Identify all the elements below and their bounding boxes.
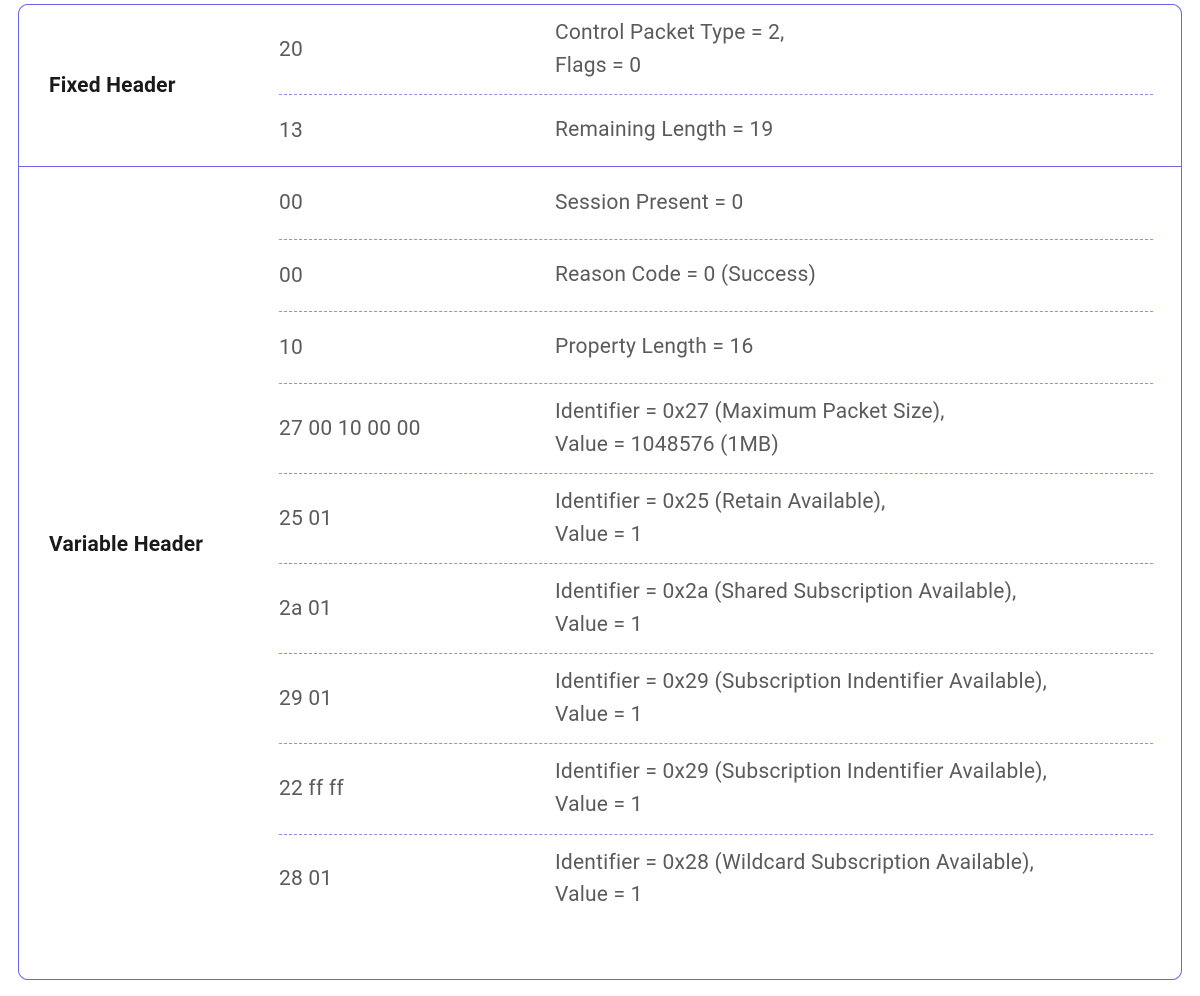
description: Identifier = 0x29 (Subscription Indentif… [555,756,1153,821]
hex-bytes: 2a 01 [279,597,555,621]
description: Reason Code = 0 (Success) [555,259,1153,292]
table-row: 2a 01 Identifier = 0x2a (Shared Subscrip… [279,563,1153,653]
section-fixed-header: Fixed Header 20 Control Packet Type = 2,… [19,5,1181,166]
description: Property Length = 16 [555,331,1153,364]
description: Remaining Length = 19 [555,114,1153,147]
description: Control Packet Type = 2,Flags = 0 [555,17,1153,82]
description: Identifier = 0x25 (Retain Available),Val… [555,486,1153,551]
description: Identifier = 0x28 (Wildcard Subscription… [555,847,1153,912]
hex-bytes: 28 01 [279,867,555,891]
hex-bytes: 25 01 [279,507,555,531]
table-row: 13 Remaining Length = 19 [279,94,1153,166]
section-rows: 00 Session Present = 0 00 Reason Code = … [279,167,1181,924]
description: Identifier = 0x29 (Subscription Indentif… [555,666,1153,731]
hex-bytes: 20 [279,38,555,62]
hex-bytes: 00 [279,264,555,288]
table-row: 10 Property Length = 16 [279,311,1153,383]
hex-bytes: 27 00 10 00 00 [279,417,555,441]
section-variable-header: Variable Header 00 Session Present = 0 0… [19,166,1181,924]
hex-bytes: 29 01 [279,687,555,711]
section-label: Fixed Header [19,5,279,166]
packet-breakdown-table: Fixed Header 20 Control Packet Type = 2,… [18,4,1182,980]
table-row: 20 Control Packet Type = 2,Flags = 0 [279,5,1153,94]
table-row: 25 01 Identifier = 0x25 (Retain Availabl… [279,473,1153,563]
description: Identifier = 0x2a (Shared Subscription A… [555,576,1153,641]
table-row: 00 Session Present = 0 [279,167,1153,239]
table-row: 29 01 Identifier = 0x29 (Subscription In… [279,653,1153,743]
hex-bytes: 00 [279,191,555,215]
section-rows: 20 Control Packet Type = 2,Flags = 0 13 … [279,5,1181,166]
table-row: 27 00 10 00 00 Identifier = 0x27 (Maximu… [279,383,1153,473]
hex-bytes: 13 [279,119,555,143]
description: Session Present = 0 [555,187,1153,220]
description: Identifier = 0x27 (Maximum Packet Size),… [555,396,1153,461]
hex-bytes: 22 ff ff [279,777,555,801]
section-label: Variable Header [19,167,279,924]
table-row: 22 ff ff Identifier = 0x29 (Subscription… [279,743,1153,833]
hex-bytes: 10 [279,336,555,360]
table-row: 28 01 Identifier = 0x28 (Wildcard Subscr… [279,834,1153,924]
table-row: 00 Reason Code = 0 (Success) [279,239,1153,311]
